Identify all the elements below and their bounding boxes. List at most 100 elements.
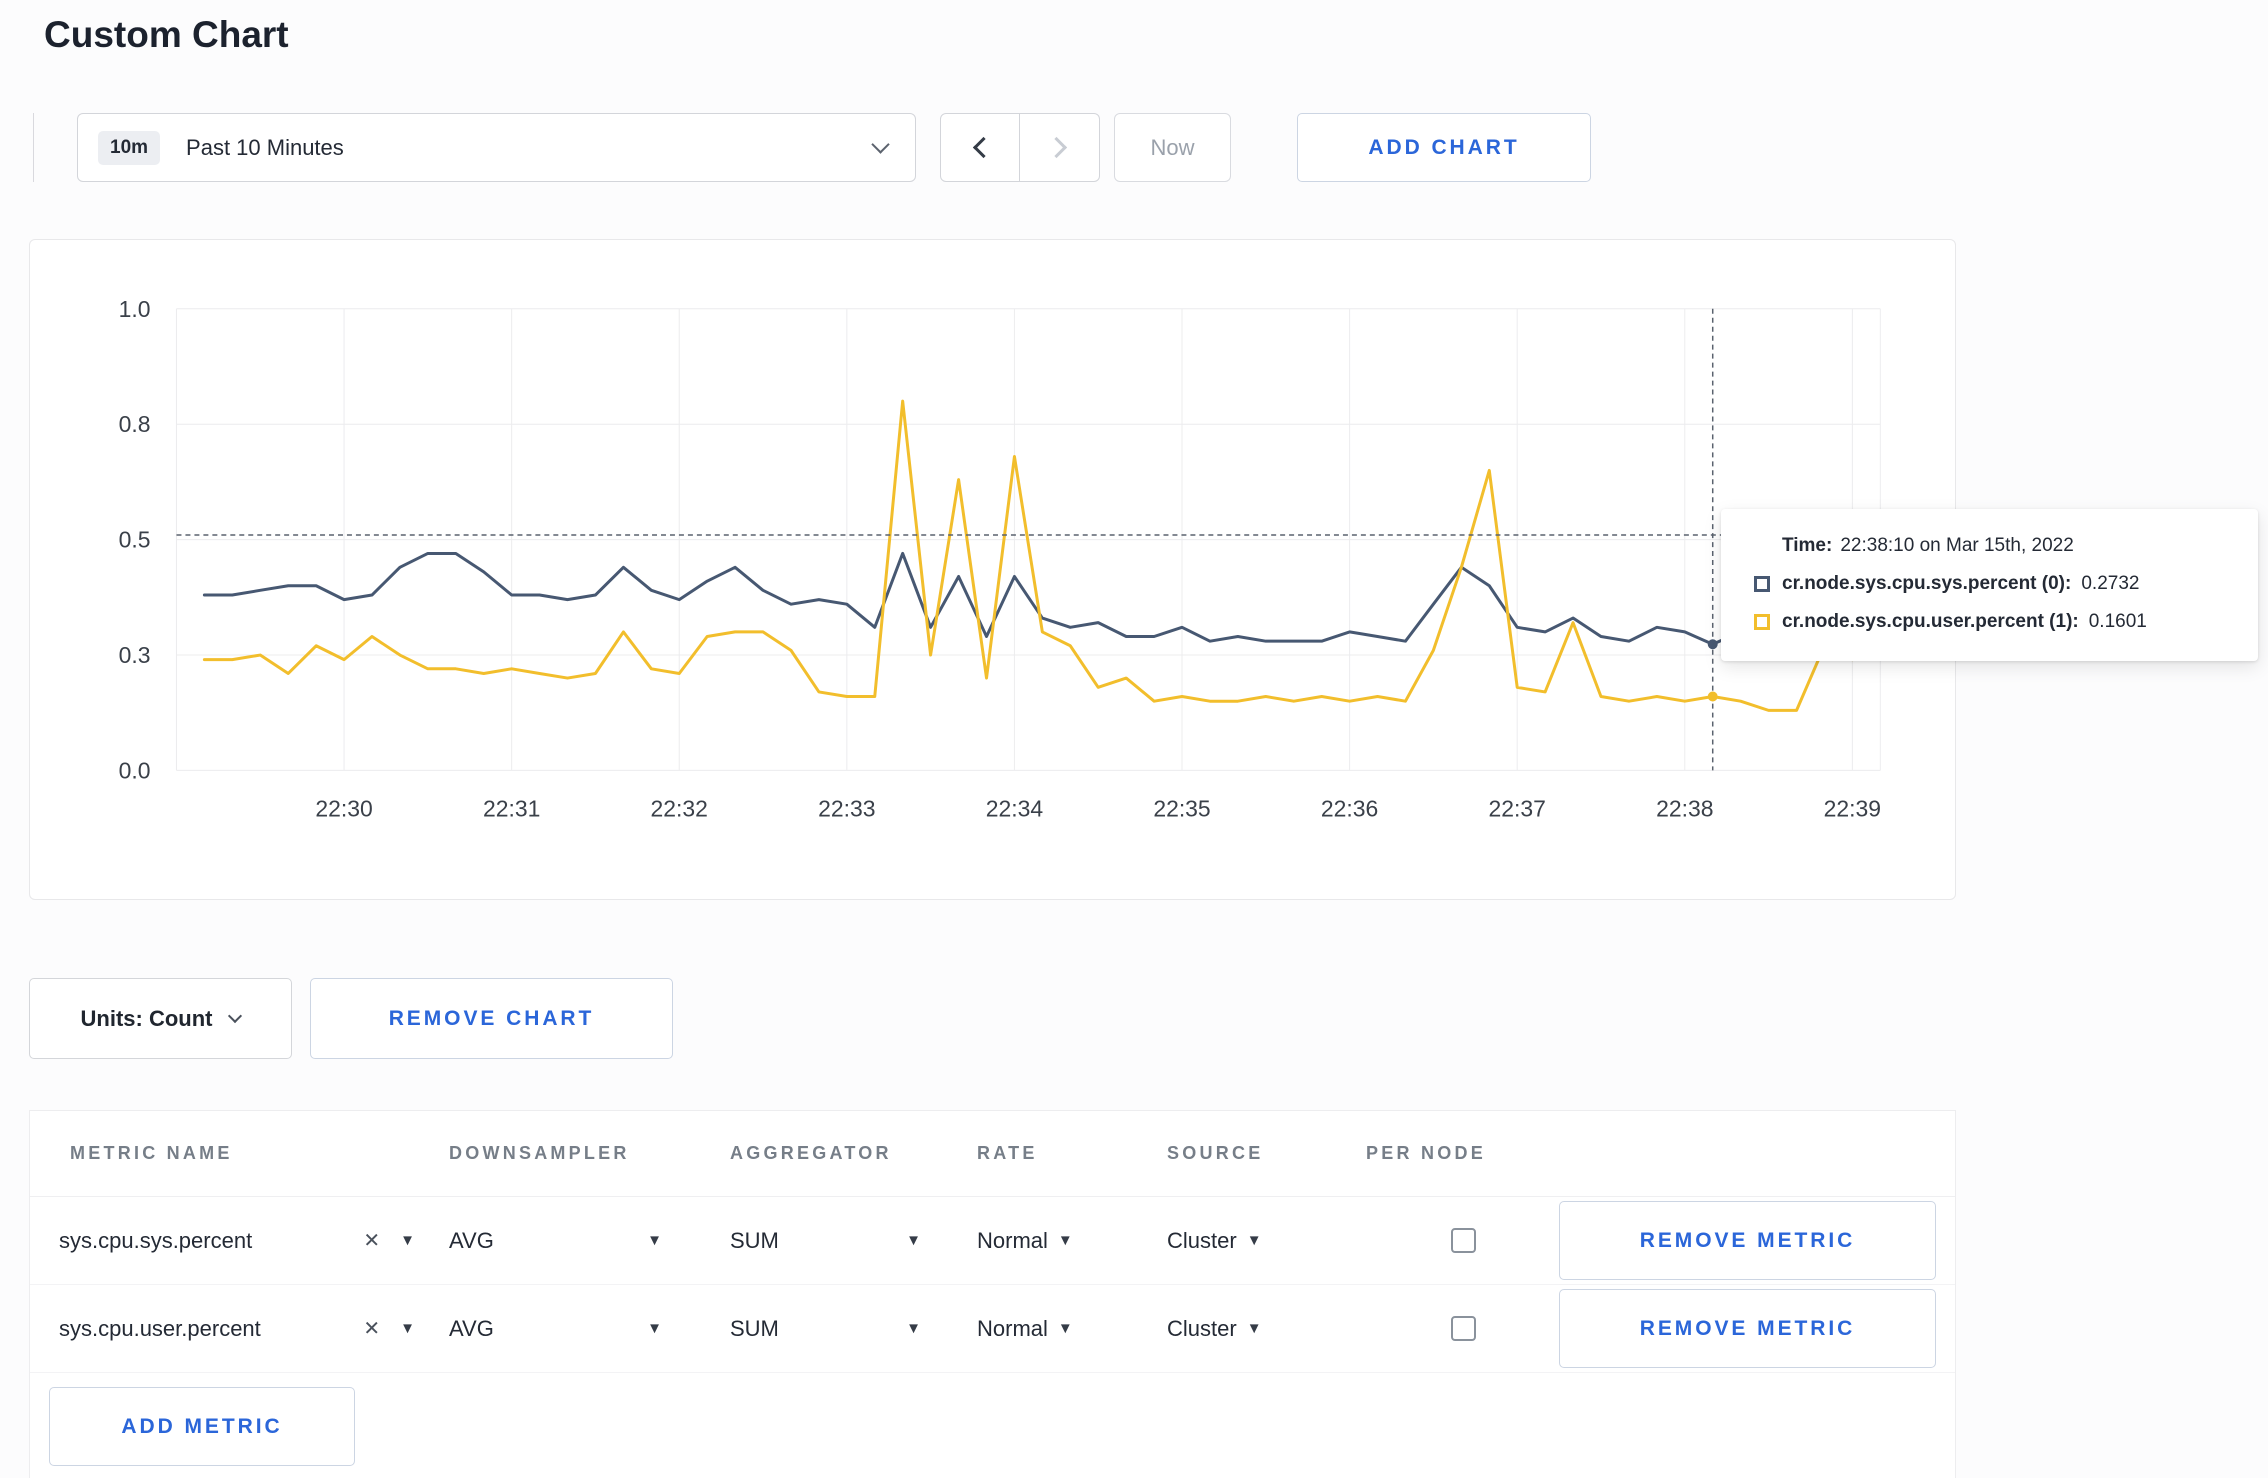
per-node-checkbox[interactable] [1451,1228,1476,1253]
svg-text:0.3: 0.3 [119,642,151,668]
aggregator-select[interactable]: SUM ▼ [730,1316,977,1342]
svg-text:22:35: 22:35 [1153,795,1210,821]
clear-metric-icon[interactable]: ✕ [363,1316,380,1341]
per-node-cell [1366,1228,1559,1253]
remove-metric-button[interactable]: REMOVE METRIC [1559,1289,1936,1368]
tooltip-series-row: cr.node.sys.cpu.sys.percent (0): 0.2732 [1754,573,2232,595]
clear-metric-icon[interactable]: ✕ [363,1228,380,1253]
svg-text:22:34: 22:34 [986,795,1044,821]
svg-text:0.0: 0.0 [119,757,151,783]
svg-text:22:32: 22:32 [651,795,708,821]
header-aggregator: AGGREGATOR [730,1143,892,1163]
chart-svg: 1.0 0.8 0.5 0.3 0.0 22:30 22:31 22:32 22:33 22:34… [119,296,1881,821]
chevron-left-icon [972,136,994,159]
series-user-swatch-icon [1754,614,1770,630]
row-actions: REMOVE METRIC [1559,1201,1955,1280]
source-value: Cluster [1167,1227,1237,1253]
chevron-down-icon [228,1008,243,1024]
header-metric-name: METRIC NAME [70,1143,233,1163]
svg-text:22:37: 22:37 [1489,795,1546,821]
downsampler-value: AVG [449,1227,494,1253]
units-label: Units: Count [80,1005,213,1031]
tooltip-series-name: cr.node.sys.cpu.sys.percent (0): [1782,573,2072,594]
per-node-checkbox[interactable] [1451,1316,1476,1341]
metric-name-select[interactable]: sys.cpu.sys.percent ✕ ▼ [59,1228,449,1254]
dropdown-caret-icon: ▼ [400,1232,415,1249]
metric-name-value: sys.cpu.user.percent [59,1315,261,1341]
chevron-right-icon [1045,136,1068,159]
metric-row: sys.cpu.sys.percent ✕ ▼ AVG ▼ SUM ▼ Norm… [30,1197,1955,1285]
now-button[interactable]: Now [1114,113,1231,182]
time-window-selector[interactable]: 10m Past 10 Minutes [77,113,916,182]
header-per-node: PER NODE [1366,1143,1486,1163]
dropdown-caret-icon: ▼ [906,1232,921,1249]
remove-metric-button[interactable]: REMOVE METRIC [1559,1201,1936,1280]
chart-tooltip: Time: 22:38:10 on Mar 15th, 2022 cr.node.… [1721,509,2258,661]
metric-row: sys.cpu.user.percent ✕ ▼ AVG ▼ SUM ▼ Nor… [30,1285,1955,1373]
dropdown-caret-icon: ▼ [906,1320,921,1337]
chevron-down-icon [871,135,890,154]
downsampler-select[interactable]: AVG ▼ [449,1316,730,1342]
svg-text:22:38: 22:38 [1656,795,1713,821]
dropdown-caret-icon: ▼ [1246,1320,1262,1337]
add-chart-button[interactable]: ADD CHART [1297,113,1591,182]
toolbar: 10m Past 10 Minutes Now ADD CHART [33,113,2268,182]
add-metric-button[interactable]: ADD METRIC [49,1387,355,1466]
time-prev-button[interactable] [940,113,1020,182]
aggregator-select[interactable]: SUM ▼ [730,1228,977,1254]
dropdown-caret-icon: ▼ [647,1232,662,1249]
tooltip-series-name: cr.node.sys.cpu.user.percent (1): [1782,611,2079,632]
rate-value: Normal [977,1315,1048,1341]
tooltip-time-row: Time: 22:38:10 on Mar 15th, 2022 [1782,535,2232,557]
dropdown-caret-icon: ▼ [1057,1320,1073,1337]
source-select[interactable]: Cluster ▼ [1167,1228,1366,1254]
svg-text:22:33: 22:33 [818,795,875,821]
time-window-label: Past 10 Minutes [186,134,344,160]
svg-text:22:31: 22:31 [483,795,540,821]
source-value: Cluster [1167,1315,1237,1341]
dropdown-caret-icon: ▼ [647,1320,662,1337]
chart-controls: Units: Count REMOVE CHART [29,978,2268,1059]
series-sys-swatch-icon [1754,576,1770,592]
time-window-badge: 10m [98,130,161,165]
custom-chart-page: Custom Chart 10m Past 10 Minutes Now ADD… [0,0,2268,1478]
metrics-table: METRIC NAME DOWNSAMPLER AGGREGATOR RATE … [29,1110,1956,1478]
aggregator-value: SUM [730,1315,779,1341]
svg-text:22:39: 22:39 [1824,795,1881,821]
metric-name-value: sys.cpu.sys.percent [59,1227,253,1253]
svg-text:22:36: 22:36 [1321,795,1378,821]
metric-name-select[interactable]: sys.cpu.user.percent ✕ ▼ [59,1316,449,1342]
tooltip-time-value: 22:38:10 on Mar 15th, 2022 [1840,535,2074,556]
header-rate: RATE [977,1143,1038,1163]
header-source: SOURCE [1167,1143,1264,1163]
svg-text:1.0: 1.0 [119,296,151,322]
rate-select[interactable]: Normal ▼ [977,1228,1167,1254]
per-node-cell [1366,1316,1559,1341]
tooltip-series-row: cr.node.sys.cpu.user.percent (1): 0.1601 [1754,611,2232,633]
aggregator-value: SUM [730,1227,779,1253]
dropdown-caret-icon: ▼ [1246,1232,1262,1249]
remove-chart-button[interactable]: REMOVE CHART [310,978,673,1059]
source-select[interactable]: Cluster ▼ [1167,1316,1366,1342]
toolbar-divider [33,113,34,182]
rate-select[interactable]: Normal ▼ [977,1316,1167,1342]
tooltip-series-value: 0.1601 [2088,611,2147,632]
svg-text:22:30: 22:30 [315,795,372,821]
tooltip-series-value: 0.2732 [2081,573,2140,594]
time-next-button[interactable] [1020,113,1100,182]
dropdown-caret-icon: ▼ [400,1320,415,1337]
row-actions: REMOVE METRIC [1559,1289,1955,1368]
svg-text:0.8: 0.8 [119,411,151,437]
tooltip-time-label: Time: [1782,535,1833,556]
downsampler-select[interactable]: AVG ▼ [449,1228,730,1254]
chart-panel: 1.0 0.8 0.5 0.3 0.0 22:30 22:31 22:32 22:33 22:34… [29,239,1956,900]
time-nav-group [940,113,1100,182]
rate-value: Normal [977,1227,1048,1253]
page-title: Custom Chart [44,14,289,55]
metrics-table-header: METRIC NAME DOWNSAMPLER AGGREGATOR RATE … [30,1111,1955,1197]
dropdown-caret-icon: ▼ [1057,1232,1073,1249]
svg-text:0.5: 0.5 [119,527,151,553]
downsampler-value: AVG [449,1315,494,1341]
chart-canvas[interactable]: 1.0 0.8 0.5 0.3 0.0 22:30 22:31 22:32 22:33 22:34… [30,240,1955,899]
units-dropdown[interactable]: Units: Count [29,978,292,1059]
